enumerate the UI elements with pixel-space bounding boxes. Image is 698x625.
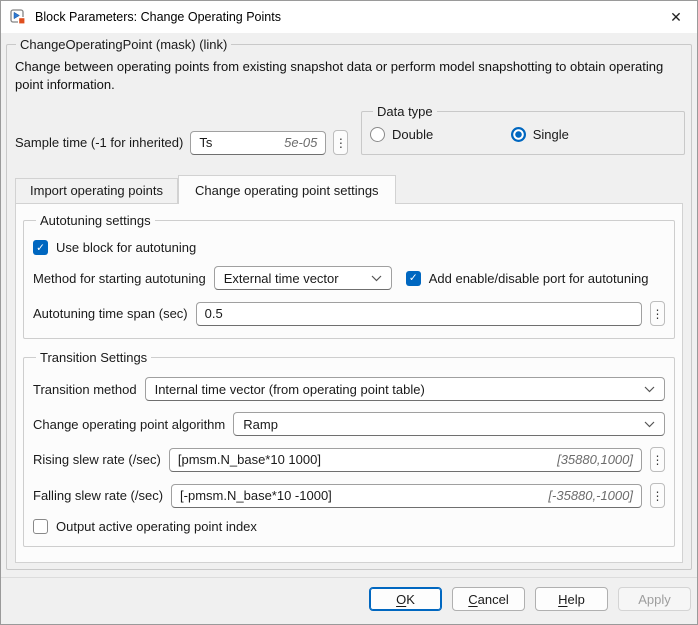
cancel-button[interactable]: Cancel [452,587,525,611]
time-span-label: Autotuning time span (sec) [33,306,188,321]
sample-time-value: Ts [199,135,212,150]
close-icon[interactable]: ✕ [655,1,697,33]
chevron-down-icon [371,275,382,282]
autotuning-settings-group: Autotuning settings ✓ Use block for auto… [23,213,675,339]
button-bar: OK Cancel Help Apply [1,577,697,624]
use-block-row: ✓ Use block for autotuning [33,240,665,255]
dialog-body: ChangeOperatingPoint (mask) (link) Chang… [1,33,697,577]
falling-slew-row: Falling slew rate (/sec) [-pmsm.N_base*1… [33,483,665,508]
help-button[interactable]: Help [535,587,608,611]
output-index-row: Output active operating point index [33,519,665,534]
algorithm-label: Change operating point algorithm [33,417,225,432]
chevron-down-icon [644,421,655,428]
help-button-rest: elp [568,592,585,607]
transition-method-value: Internal time vector (from operating poi… [155,382,425,397]
algorithm-dropdown[interactable]: Ramp [233,412,665,436]
algorithm-value: Ramp [243,417,278,432]
rising-slew-more-options-icon[interactable]: ⋮ [650,447,665,472]
transition-method-label: Transition method [33,382,137,397]
autotuning-method-value: External time vector [224,271,339,286]
time-span-field[interactable]: 0.5 [196,302,642,326]
rising-slew-field[interactable]: [pmsm.N_base*10 1000] [35880,1000] [169,448,642,472]
autotuning-method-row: Method for starting autotuning External … [33,266,665,290]
radio-option-double[interactable]: Double [370,127,511,142]
autotuning-method-label: Method for starting autotuning [33,271,206,286]
tab-panel: Autotuning settings ✓ Use block for auto… [15,203,683,563]
use-block-checkbox[interactable]: ✓ [33,240,48,255]
algorithm-row: Change operating point algorithm Ramp [33,412,665,436]
transition-settings-group: Transition Settings Transition method In… [23,350,675,547]
mask-group: ChangeOperatingPoint (mask) (link) Chang… [6,37,692,570]
title-bar: Block Parameters: Change Operating Point… [1,1,697,33]
transition-method-dropdown[interactable]: Internal time vector (from operating poi… [145,377,665,401]
chevron-down-icon [644,386,655,393]
cancel-button-mnemonic: C [468,592,477,607]
output-index-checkbox[interactable] [33,519,48,534]
mask-description: Change between operating points from exi… [15,58,683,94]
radio-single-icon[interactable] [511,127,526,142]
mask-group-label: ChangeOperatingPoint (mask) (link) [16,37,231,52]
sample-time-field[interactable]: Ts 5e-05 [190,131,326,155]
rising-slew-value: [pmsm.N_base*10 1000] [178,452,321,467]
use-block-label: Use block for autotuning [56,240,196,255]
window-title: Block Parameters: Change Operating Point… [35,10,281,24]
enable-port-checkbox[interactable]: ✓ [406,271,421,286]
time-span-value: 0.5 [205,306,223,321]
falling-slew-field[interactable]: [-pmsm.N_base*10 -1000] [-35880,-1000] [171,484,642,508]
rising-slew-row: Rising slew rate (/sec) [pmsm.N_base*10 … [33,447,665,472]
radio-double-icon[interactable] [370,127,385,142]
tab-bar: Import operating points Change operating… [15,175,683,203]
radio-single-label: Single [533,127,569,142]
time-span-more-options-icon[interactable]: ⋮ [650,301,665,326]
falling-slew-label: Falling slew rate (/sec) [33,488,163,503]
tab-import-operating-points[interactable]: Import operating points [15,178,178,203]
falling-slew-more-options-icon[interactable]: ⋮ [650,483,665,508]
transition-settings-label: Transition Settings [36,350,151,365]
time-span-row: Autotuning time span (sec) 0.5 ⋮ [33,301,665,326]
apply-button[interactable]: Apply [618,587,691,611]
help-button-mnemonic: H [558,592,567,607]
output-index-label: Output active operating point index [56,519,257,534]
sample-time-label: Sample time (-1 for inherited) [15,135,183,150]
ok-button-mnemonic: O [396,592,406,607]
sample-time-more-options-icon[interactable]: ⋮ [333,130,348,155]
autotuning-method-dropdown[interactable]: External time vector [214,266,392,290]
transition-method-row: Transition method Internal time vector (… [33,377,665,401]
rising-slew-evaluated-hint: [35880,1000] [557,452,633,467]
radio-option-single[interactable]: Single [511,127,652,142]
sample-time-evaluated-hint: 5e-05 [284,135,317,150]
rising-slew-label: Rising slew rate (/sec) [33,452,161,467]
radio-double-label: Double [392,127,433,142]
autotuning-settings-label: Autotuning settings [36,213,155,228]
data-type-label: Data type [373,104,437,119]
cancel-button-rest: ancel [478,592,509,607]
tab-change-operating-point-settings[interactable]: Change operating point settings [178,175,396,204]
ok-button-rest: K [406,592,415,607]
data-type-group: Data type Double Single [361,104,685,155]
falling-slew-evaluated-hint: [-35880,-1000] [548,488,633,503]
simulink-block-icon [10,9,27,26]
enable-port-label: Add enable/disable port for autotuning [429,271,649,286]
data-type-options: Double Single [370,127,676,142]
block-parameters-dialog: Block Parameters: Change Operating Point… [0,0,698,625]
falling-slew-value: [-pmsm.N_base*10 -1000] [180,488,332,503]
apply-button-label: Apply [638,592,671,607]
sample-time-row: Sample time (-1 for inherited) Ts 5e-05 … [15,130,348,155]
sample-time-datatype-row: Sample time (-1 for inherited) Ts 5e-05 … [15,104,685,155]
ok-button[interactable]: OK [369,587,442,611]
